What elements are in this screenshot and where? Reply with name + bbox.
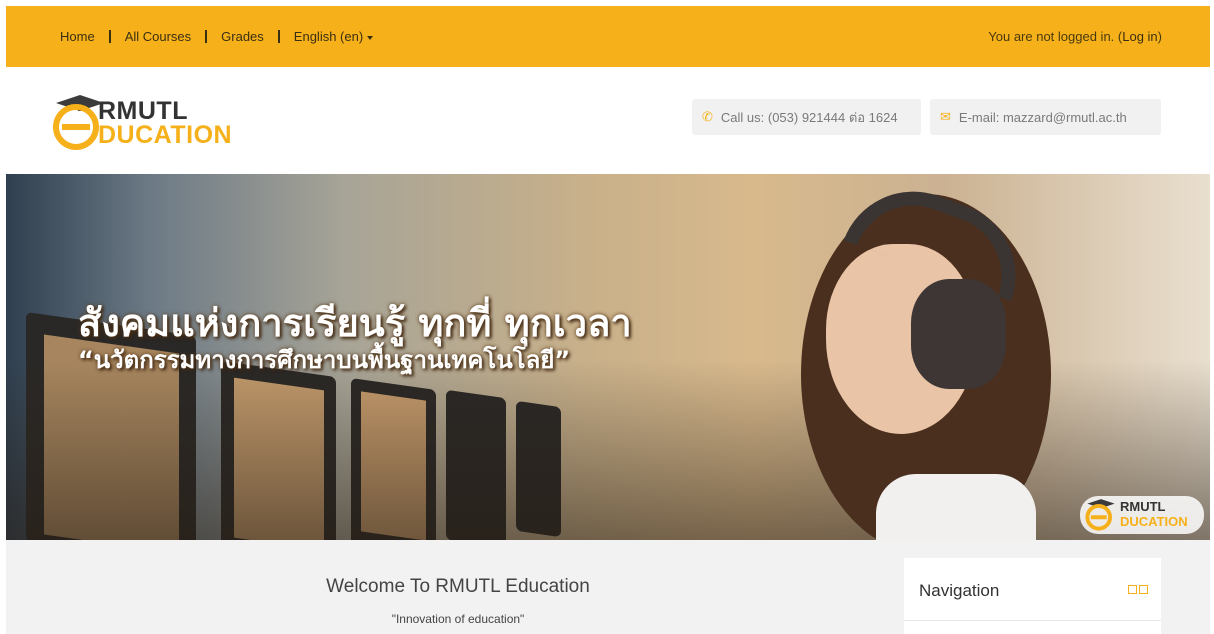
banner-logo-e-icon [1085, 499, 1115, 531]
nav-separator [108, 30, 111, 43]
welcome-tagline: "Innovation of education" [391, 612, 525, 626]
top-bar: Home All Courses Grades English (en) You… [6, 6, 1210, 67]
dock-block-icon[interactable] [1139, 585, 1148, 594]
email-badge[interactable]: ✉ E-mail: mazzard@rmutl.ac.th [930, 99, 1161, 135]
nav-separator [277, 30, 280, 43]
envelope-icon: ✉ [940, 109, 951, 124]
login-status: You are not logged in. (Log in) [988, 29, 1162, 44]
banner-logo-education: DUCATION [1120, 514, 1188, 529]
collapse-block-icon[interactable] [1128, 585, 1137, 594]
login-prefix: You are not logged in. ( [988, 29, 1123, 44]
site-logo[interactable]: RMUTL DUCATION [50, 93, 260, 151]
email-text: E-mail: mazzard@rmutl.ac.th [958, 109, 1127, 125]
call-us-badge[interactable]: ✆ Call us: (053) 921444 ต่อ 1624 [692, 99, 921, 135]
nav-grades-link[interactable]: Grades [221, 29, 264, 44]
student-shirt [876, 474, 1036, 540]
language-label: English (en) [293, 29, 364, 44]
navigation-block-title: Navigation [919, 581, 1000, 600]
phone-icon: ✆ [702, 109, 713, 124]
caret-down-icon [367, 35, 374, 40]
block-controls [1128, 585, 1148, 594]
headphone-earcup [911, 279, 1006, 389]
nav-home-link[interactable]: Home [60, 29, 95, 44]
banner-logo: RMUTL DUCATION [1080, 496, 1204, 534]
navigation-divider [904, 620, 1161, 621]
login-suffix: ) [1157, 29, 1162, 44]
logo-text-education: DUCATION [98, 121, 233, 149]
banner-logo-rmutl: RMUTL [1120, 499, 1166, 514]
login-link[interactable]: Log in [1122, 29, 1157, 44]
top-nav: Home All Courses Grades English (en) [60, 29, 374, 44]
language-dropdown[interactable]: English (en) [293, 29, 374, 44]
main-content: Welcome To RMUTL Education "Innovation o… [6, 540, 1210, 634]
site-header: RMUTL DUCATION ✆ Call us: (053) 921444 ต… [6, 67, 1210, 174]
navigation-block: Navigation [904, 558, 1161, 634]
phone-text: Call us: (053) 921444 ต่อ 1624 [720, 109, 898, 125]
nav-all-courses-link[interactable]: All Courses [125, 29, 191, 44]
nav-separator [205, 30, 208, 43]
welcome-heading: Welcome To RMUTL Education [326, 576, 590, 597]
hero-banner: สังคมแห่งการเรียนรู้ ทุกที่ ทุกเวลา “นวั… [6, 174, 1210, 540]
banner-subtitle: “นวัตกรรมทางการศึกษาบนพื้นฐานเทคโนโลยี” [78, 346, 571, 374]
